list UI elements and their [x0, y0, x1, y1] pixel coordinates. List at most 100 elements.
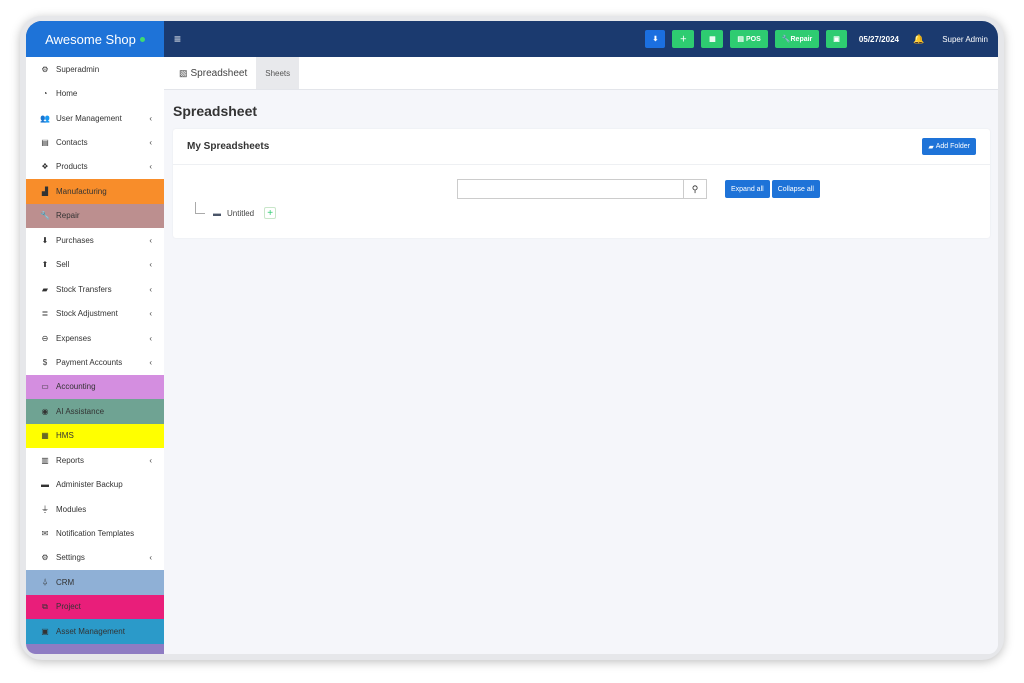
- sidebar-item[interactable]: ⍙ CRM: [26, 570, 164, 595]
- sidebar-item[interactable]: $ Payment Accounts ‹: [26, 350, 164, 374]
- hamburger-menu-icon[interactable]: ≡: [174, 32, 181, 46]
- sidebar-item[interactable]: ⬇ Purchases ‹: [26, 228, 164, 252]
- search-button[interactable]: ⚲: [683, 179, 707, 199]
- add-button[interactable]: ＋: [672, 30, 695, 48]
- sidebar-item[interactable]: ❖ Products ‹: [26, 155, 164, 179]
- truck-icon: ▰: [41, 284, 49, 294]
- search-row: ⚲ Expand all Collapse all: [457, 179, 820, 199]
- arrow-circle-up-icon: ⬆: [41, 260, 49, 270]
- sidebar-item-label: Repair: [56, 211, 80, 221]
- sidebar-item-label: Superadmin: [56, 64, 100, 74]
- sidebar-item-label: Settings: [56, 553, 85, 563]
- add-item-button[interactable]: +: [264, 207, 277, 219]
- chevron-left-icon: ‹: [149, 553, 152, 563]
- search-icon: ⚲: [691, 183, 699, 194]
- brand-logo[interactable]: Awesome Shop: [26, 21, 164, 57]
- card-header: My Spreadsheets ▰ Add Folder: [173, 129, 990, 165]
- download-icon: ⬇: [652, 36, 659, 43]
- credit-card-icon: ▭: [41, 382, 49, 392]
- bell-icon[interactable]: 🔔: [913, 34, 924, 45]
- sidebar-item-label: Manufacturing: [56, 186, 107, 196]
- sidebar-item[interactable]: ▦ HMS: [26, 423, 164, 448]
- user-menu[interactable]: Super Admin: [942, 35, 988, 44]
- sidebar-item[interactable]: ▥ Reports ‹: [26, 448, 164, 472]
- repair-label: Repair: [790, 35, 813, 43]
- sidebar-item[interactable]: ▭ Accounting: [26, 374, 164, 400]
- search-input[interactable]: [457, 179, 683, 199]
- tree-connector: [195, 202, 205, 214]
- online-dot-icon: [139, 36, 145, 42]
- sidebar-item-label: Modules: [56, 504, 87, 514]
- sidebar-item-label: Asset Management: [56, 626, 125, 636]
- sidebar-item[interactable]: ▣ Asset Management: [26, 619, 164, 644]
- sidebar-item[interactable]: ◔ Home: [26, 81, 164, 105]
- sidebar-item[interactable]: 👥 User Management ‹: [26, 106, 164, 130]
- users-icon: 👥: [40, 113, 50, 123]
- spreadsheets-card: My Spreadsheets ▰ Add Folder ⚲ Expand al…: [173, 129, 990, 238]
- sidebar-item[interactable]: [26, 643, 164, 654]
- users-cog-icon: ⚙: [41, 64, 49, 74]
- sidebar-item-label: Sell: [56, 260, 70, 270]
- repair-button[interactable]: 🔧 Repair: [774, 30, 820, 48]
- add-folder-label: Add Folder: [935, 143, 970, 150]
- tab-spreadsheet[interactable]: ▧ Spreadsheet: [170, 57, 256, 89]
- sidebar-item-label: HMS: [56, 431, 74, 441]
- download-button[interactable]: ⬇: [645, 30, 666, 48]
- sidebar-item[interactable]: 🔧 Repair: [26, 203, 164, 229]
- database-icon: ≣: [41, 309, 49, 319]
- arrow-circle-down-icon: ⬇: [41, 235, 49, 245]
- project-diagram-icon: ⧉: [42, 601, 48, 611]
- pos-button[interactable]: ▤ POS: [730, 30, 768, 48]
- sidebar-item[interactable]: ≣ Stock Adjustment ‹: [26, 301, 164, 325]
- industry-icon: ▟: [41, 186, 49, 196]
- envelope-icon: ✉: [41, 529, 49, 539]
- chevron-left-icon: ‹: [149, 235, 152, 245]
- sidebar-item[interactable]: ⚙ Superadmin: [26, 57, 164, 81]
- sidebar-item[interactable]: ⧉ Project: [26, 594, 164, 620]
- plus-icon: +: [267, 207, 274, 219]
- sidebar-item[interactable]: ⏚ Modules: [26, 497, 164, 521]
- money-bill-icon: ▣: [833, 36, 840, 43]
- sidebar-item-label: Reports: [56, 455, 85, 465]
- tab-sheets[interactable]: Sheets: [256, 57, 300, 89]
- chevron-left-icon: ‹: [149, 455, 152, 465]
- sidebar-item[interactable]: ▰ Stock Transfers ‹: [26, 277, 164, 301]
- chevron-left-icon: ‹: [149, 138, 152, 148]
- sidebar-item-label: Administer Backup: [56, 480, 123, 490]
- folder-plus-icon: ▰: [928, 143, 936, 151]
- sidebar-item[interactable]: ⬆ Sell ‹: [26, 253, 164, 277]
- top-bar: Awesome Shop ≡ ⬇ ＋ ▦ ▤ POS 🔧 Repair ▣ 05/…: [26, 21, 998, 57]
- sidebar-item[interactable]: ▬ Administer Backup: [26, 472, 164, 496]
- sidebar-item-label: Products: [56, 162, 88, 172]
- cog-icon: ⚙: [41, 553, 49, 563]
- chevron-left-icon: ‹: [149, 113, 152, 123]
- sidebar-item[interactable]: ◉ AI Assistance: [26, 399, 164, 424]
- tab-label: Spreadsheet: [190, 67, 248, 79]
- sidebar-item[interactable]: ⊖ Expenses ‹: [26, 326, 164, 350]
- brand-name: Awesome Shop: [45, 31, 136, 47]
- calculator-button[interactable]: ▦: [701, 30, 724, 48]
- boxes-icon: ▣: [41, 626, 49, 636]
- address-book-icon: ▤: [41, 138, 49, 148]
- sidebar-item-label: Project: [56, 602, 81, 612]
- sidebar: ⚙ Superadmin ◔ Home 👥 User Management ‹ ▤ Contac…: [26, 57, 164, 654]
- tree-item-label[interactable]: Untitled: [227, 209, 254, 218]
- sidebar-item[interactable]: ▤ Contacts ‹: [26, 130, 164, 154]
- collapse-all-button[interactable]: Collapse all: [771, 180, 820, 198]
- page-title: Spreadsheet: [173, 103, 258, 119]
- wrench-icon: 🔧: [40, 211, 50, 221]
- cash-button[interactable]: ▣: [826, 30, 847, 48]
- sidebar-item-label: Contacts: [56, 138, 88, 148]
- dashboard-icon: ◔: [42, 89, 48, 99]
- folder-tree: ▬ Untitled +: [195, 202, 277, 219]
- bar-chart-icon: ▥: [41, 455, 49, 465]
- plus-circle-icon: ＋: [679, 36, 687, 43]
- sidebar-item-label: AI Assistance: [56, 406, 105, 416]
- sidebar-item[interactable]: ▟ Manufacturing: [26, 179, 164, 204]
- add-folder-button[interactable]: ▰ Add Folder: [922, 138, 976, 155]
- chevron-left-icon: ‹: [149, 260, 152, 270]
- sidebar-item-label: CRM: [56, 577, 75, 587]
- sidebar-item[interactable]: ✉ Notification Templates: [26, 521, 164, 545]
- sidebar-item[interactable]: ⚙ Settings ‹: [26, 546, 164, 570]
- expand-all-button[interactable]: Expand all: [725, 180, 770, 198]
